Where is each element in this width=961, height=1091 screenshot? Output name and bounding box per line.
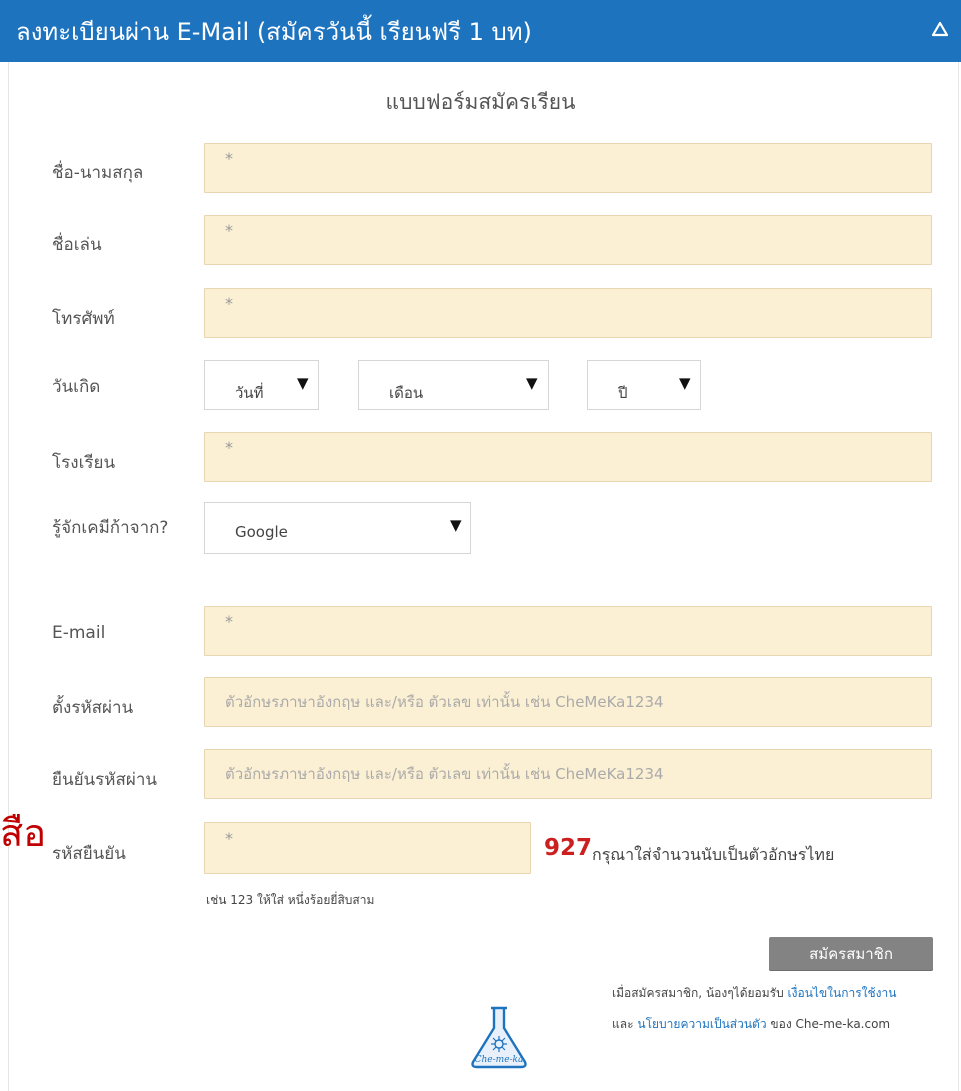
school-value: *: [225, 437, 233, 457]
referral-select[interactable]: Google ▼: [204, 502, 471, 554]
stray-text: สือ: [0, 811, 47, 855]
confirm-password-input[interactable]: ตัวอักษรภาษาอังกฤษ และ/หรือ ตัวเลข เท่าน…: [204, 749, 932, 799]
register-button[interactable]: สมัครสมาชิก: [769, 937, 933, 971]
password-label: ตั้งรหัสผ่าน: [52, 698, 134, 718]
captcha-value: *: [225, 828, 233, 848]
birthday-label: วันเกิด: [52, 377, 101, 397]
dropdown-arrow-icon: ▼: [526, 374, 538, 392]
birthday-month-value: เดือน: [389, 384, 424, 402]
privacy-policy-link[interactable]: นโยบายความเป็นส่วนตัว: [637, 1017, 766, 1031]
chevron-up-icon[interactable]: [931, 20, 949, 38]
referral-label: รู้จักเคมีก้าจาก?: [52, 518, 169, 538]
birthday-day-select[interactable]: วันที่ ▼: [204, 360, 319, 410]
form-title: แบบฟอร์มสมัครเรียน: [385, 90, 576, 114]
chemeka-logo: Che-me-ka: [471, 1006, 527, 1069]
nickname-input[interactable]: *: [204, 215, 932, 265]
email-input[interactable]: *: [204, 606, 932, 656]
password-placeholder: ตัวอักษรภาษาอังกฤษ และ/หรือ ตัวเลข เท่าน…: [225, 693, 664, 711]
terms-and: และ: [612, 1017, 634, 1031]
logo-text: Che-me-ka: [475, 1055, 524, 1065]
dropdown-arrow-icon: ▼: [679, 374, 691, 392]
password-input[interactable]: ตัวอักษรภาษาอังกฤษ และ/หรือ ตัวเลข เท่าน…: [204, 677, 932, 727]
fullname-label: ชื่อ-นามสกุล: [52, 163, 144, 183]
confirm-password-placeholder: ตัวอักษรภาษาอังกฤษ และ/หรือ ตัวเลข เท่าน…: [225, 765, 664, 783]
email-value: *: [225, 611, 233, 631]
referral-value: Google: [235, 523, 288, 541]
birthday-year-value: ปี: [618, 384, 628, 402]
captcha-example: เช่น 123 ให้ใส่ หนึ่งร้อยยี่สิบสาม: [206, 893, 375, 907]
school-input[interactable]: *: [204, 432, 932, 482]
captcha-input[interactable]: *: [204, 822, 531, 874]
dropdown-arrow-icon: ▼: [450, 516, 462, 534]
birthday-month-select[interactable]: เดือน ▼: [358, 360, 549, 410]
phone-label: โทรศัพท์: [52, 309, 115, 329]
school-label: โรงเรียน: [52, 453, 116, 473]
fullname-value: *: [225, 148, 233, 168]
dropdown-arrow-icon: ▼: [297, 374, 309, 392]
terms-line-1: เมื่อสมัครสมาชิก, น้องๆได้ยอมรับ เงื่อนไ…: [612, 984, 896, 1003]
phone-input[interactable]: *: [204, 288, 932, 338]
header-title: ลงทะเบียนผ่าน E-Mail (สมัครวันนี้ เรียนฟ…: [16, 18, 532, 46]
captcha-number: 927: [544, 835, 593, 861]
registration-header: ลงทะเบียนผ่าน E-Mail (สมัครวันนี้ เรียนฟ…: [0, 0, 961, 62]
nickname-label: ชื่อเล่น: [52, 235, 102, 255]
terms-of-use-link[interactable]: เงื่อนไขในการใช้งาน: [788, 986, 897, 1000]
terms-suffix: ของ Che-me-ka.com: [770, 1017, 891, 1031]
terms-line-2: และ นโยบายความเป็นส่วนตัว ของ Che-me-ka.…: [612, 1015, 890, 1034]
phone-value: *: [225, 293, 233, 313]
nickname-value: *: [225, 220, 233, 240]
birthday-day-value: วันที่: [235, 384, 264, 402]
fullname-input[interactable]: *: [204, 143, 932, 193]
confirm-password-label: ยืนยันรหัสผ่าน: [52, 770, 158, 790]
terms-prefix: เมื่อสมัครสมาชิก, น้องๆได้ยอมรับ: [612, 986, 784, 1000]
captcha-hint: กรุณาใส่จำนวนนับเป็นตัวอักษรไทย: [592, 845, 835, 864]
captcha-label: รหัสยืนยัน: [52, 844, 126, 864]
birthday-year-select[interactable]: ปี ▼: [587, 360, 701, 410]
email-label: E-mail: [52, 623, 106, 643]
